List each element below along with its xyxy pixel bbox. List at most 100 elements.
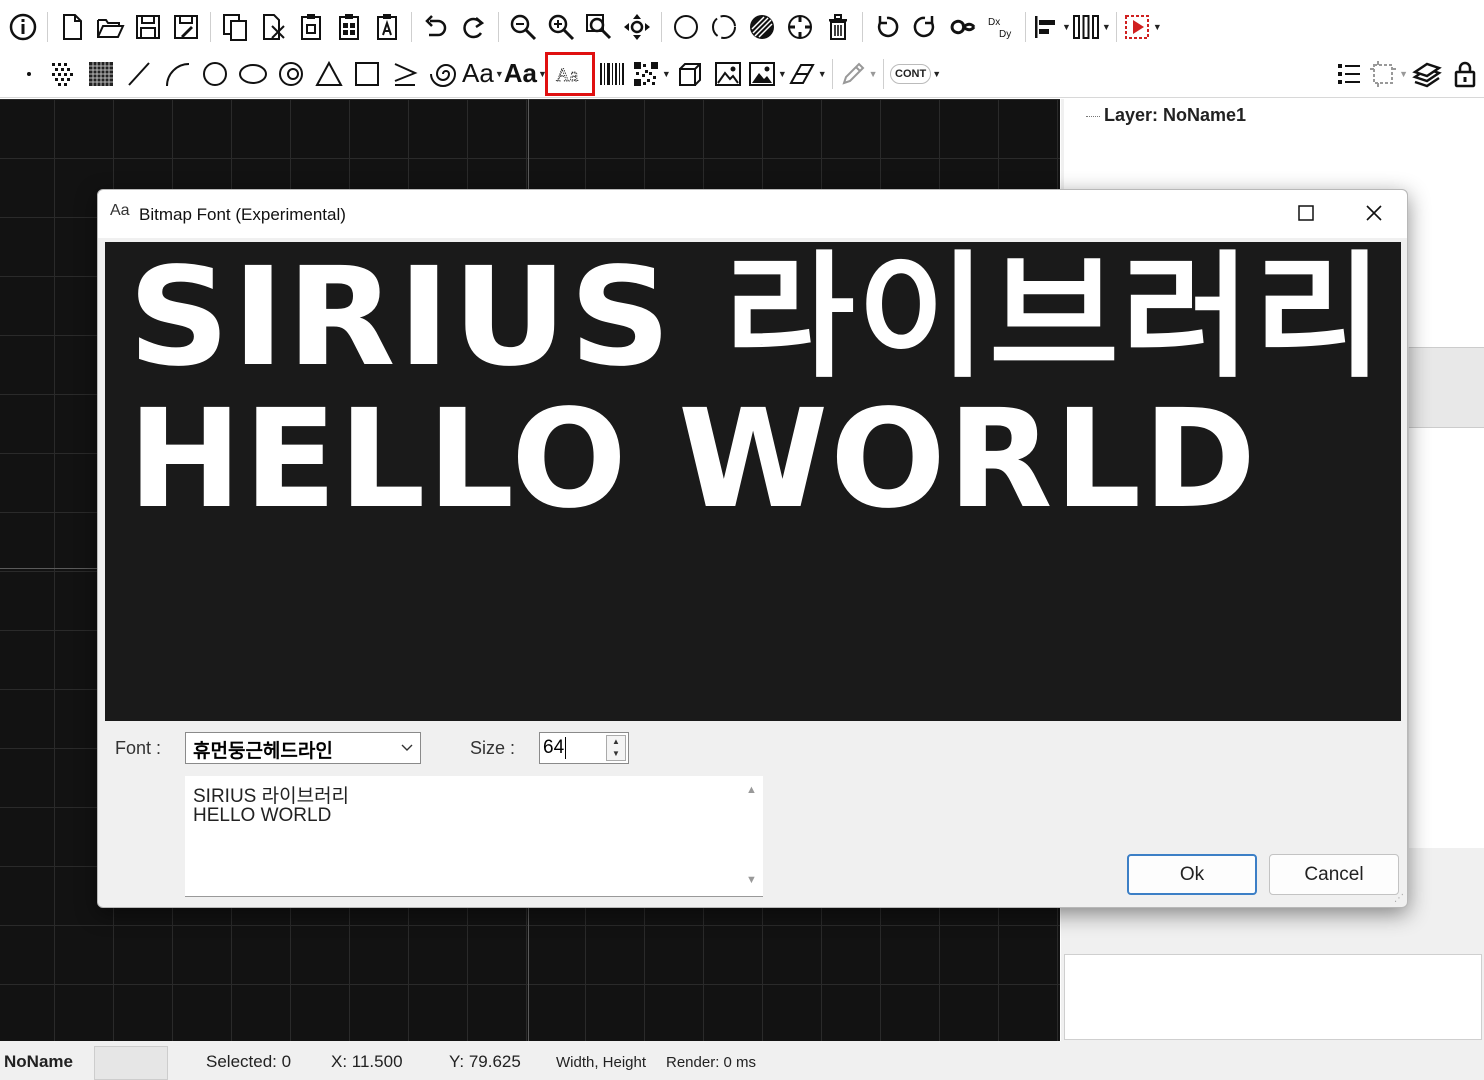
preview-line-1: SIRIUS 라이브러리 [128,242,1386,397]
close-button[interactable] [1360,199,1388,227]
text-bold-tool-dropdown[interactable]: Aa ▼ [504,54,547,94]
cont-label: CONT [890,63,932,84]
pan-button[interactable] [618,7,656,47]
group-icon [788,15,812,39]
save-icon [136,15,160,39]
pen-dropdown[interactable]: ▼ [838,54,878,94]
maximize-button[interactable] [1294,201,1318,225]
trepan-tool[interactable] [272,54,310,94]
layer-node[interactable]: Layer: NoName1 [1104,105,1246,126]
point-cloud-tool[interactable] [44,54,82,94]
circle-dashed-icon [712,15,736,39]
lock-button[interactable] [1446,54,1484,94]
rotate-cw-button[interactable] [906,7,944,47]
copy-button[interactable] [216,7,254,47]
zoom-in-button[interactable] [542,7,580,47]
line-tool[interactable] [120,54,158,94]
property-description [1064,954,1482,1040]
paste-array-button[interactable] [330,7,368,47]
clipboard-text-icon [377,14,397,40]
polyline-tool[interactable] [386,54,424,94]
open-folder-button[interactable] [91,7,129,47]
box-3d-icon [678,62,701,86]
spin-up-icon[interactable]: ▲ [607,736,625,748]
rotate-ccw-button[interactable] [868,7,906,47]
separator [1115,12,1117,42]
new-file-button[interactable] [53,7,91,47]
image-import-dropdown[interactable]: ▼ [747,54,787,94]
minimize-button[interactable] [1226,202,1246,203]
list-view-button[interactable] [1330,54,1368,94]
separator [831,58,833,89]
info-icon [9,13,37,41]
info-button[interactable] [4,7,42,47]
point-tool[interactable] [14,54,44,94]
point-icon [27,71,31,76]
continuous-dropdown[interactable]: CONT ▼ [889,54,943,94]
circle-tool[interactable] [196,54,234,94]
circle-select-button[interactable] [667,7,705,47]
tree-connector [1086,116,1100,117]
eraser-dropdown[interactable]: ▼ [787,54,827,94]
mirror-button[interactable] [944,7,982,47]
copy-icon [223,14,247,41]
align-dropdown[interactable]: ▼ [1031,7,1071,47]
run-dropdown[interactable]: ▼ [1122,7,1162,47]
rectangle-tool[interactable] [348,54,386,94]
3d-box-tool[interactable] [671,54,709,94]
document-name: NoName [4,1052,73,1071]
font-select-value: 휴먼둥근헤드라인 [193,741,333,762]
zoom-fit-icon [586,14,612,40]
save-button[interactable] [129,7,167,47]
dialog-font-icon: Aa [110,202,130,219]
bounds-dropdown[interactable]: ▼ [1368,54,1408,94]
redo-button[interactable] [455,7,493,47]
bitmap-font-dialog: Aa Bitmap Font (Experimental) SIRIUS 라이브… [97,189,1408,908]
distribute-dropdown[interactable]: ▼ [1071,7,1111,47]
scroll-up-icon[interactable]: ▲ [746,784,757,796]
zoom-fit-button[interactable] [580,7,618,47]
rectangle-icon [355,61,379,86]
spiral-tool[interactable] [424,54,462,94]
ok-button[interactable]: Ok [1127,854,1257,895]
raster-tool[interactable] [82,54,120,94]
zoom-out-button[interactable] [504,7,542,47]
matrix-code-dropdown[interactable]: ▼ [631,54,671,94]
hatch-button[interactable] [743,7,781,47]
cancel-button[interactable]: Cancel [1269,854,1399,895]
cut-button[interactable] [254,7,292,47]
circle-dashed-button[interactable] [705,7,743,47]
separator [661,12,662,42]
dialog-title-bar[interactable]: Aa Bitmap Font (Experimental) [98,190,1407,238]
cut-file-icon [263,14,285,40]
folder-open-icon [97,19,125,38]
separator [47,12,48,42]
property-header [1409,347,1484,428]
paste-button[interactable] [292,7,330,47]
spin-down-icon[interactable]: ▼ [607,748,625,760]
triangle-tool[interactable] [310,54,348,94]
text-tool-dropdown[interactable]: Aa ▼ [462,54,504,94]
text-input-area[interactable]: SIRIUS 라이브러리 HELLO WORLD ▲ ▼ [185,776,763,897]
image-tool[interactable] [709,54,747,94]
size-stepper[interactable]: 64 ▲ ▼ [539,732,629,764]
ellipse-tool[interactable] [234,54,272,94]
textbox-scrollbar[interactable]: ▲ ▼ [741,776,763,896]
font-select[interactable]: 휴먼둥근헤드라인 [185,732,421,764]
size-spin-buttons[interactable]: ▲ ▼ [606,735,626,761]
arc-tool[interactable] [158,54,196,94]
group-button[interactable] [781,7,819,47]
zoom-out-icon [510,14,537,41]
property-grid[interactable] [1409,427,1484,848]
paste-text-button[interactable] [368,7,406,47]
resize-grip-icon[interactable]: ⋰ [1394,893,1404,904]
clipboard-icon [301,14,321,40]
save-as-button[interactable] [167,7,205,47]
bitmap-font-tool[interactable]: Aa [544,51,595,96]
undo-button[interactable] [417,7,455,47]
barcode-tool[interactable] [593,54,631,94]
delete-button[interactable] [819,7,857,47]
scroll-down-icon[interactable]: ▼ [746,874,757,886]
eraser-button[interactable] [1408,54,1446,94]
offset-dxdy-button[interactable]: Dx Dy [982,7,1020,47]
